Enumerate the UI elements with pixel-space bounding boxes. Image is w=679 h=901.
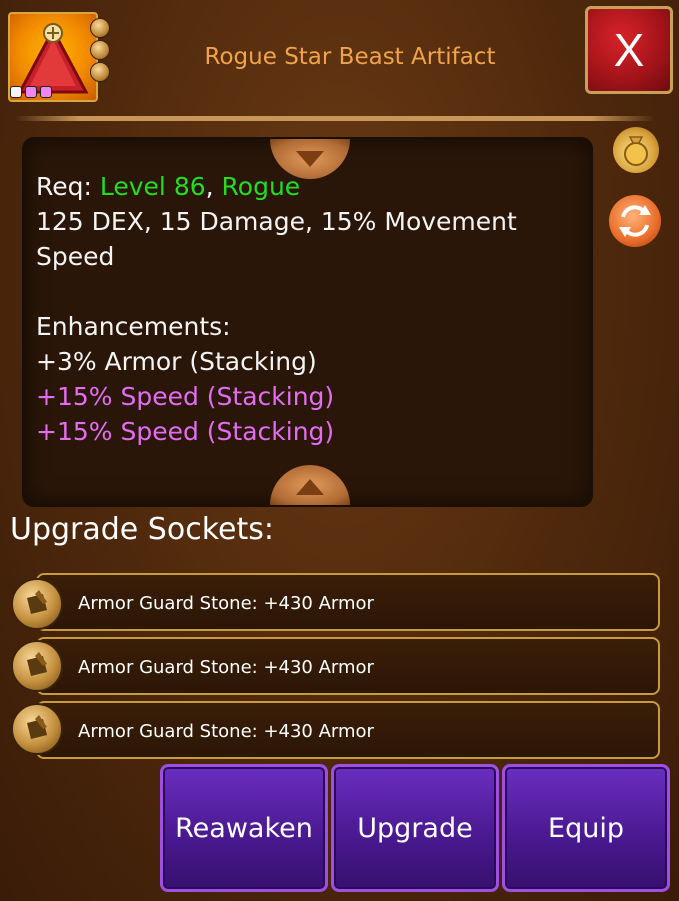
rarity-dot	[25, 86, 37, 98]
stats-line: 125 DEX, 15 Damage, 15% Movement Speed	[36, 207, 517, 271]
description-text: Req: Level 86, Rogue 125 DEX, 15 Damage,…	[36, 169, 581, 449]
enhancements-heading: Enhancements:	[36, 312, 231, 341]
refresh-icon[interactable]	[609, 195, 661, 247]
armor-guard-stone-icon	[11, 578, 63, 630]
req-class: Rogue	[221, 172, 301, 201]
rarity-dot	[40, 86, 52, 98]
stone-glyph-icon	[27, 590, 47, 614]
enhancement-line: +3% Armor (Stacking)	[36, 347, 317, 376]
req-label: Req:	[36, 172, 92, 201]
mini-socket-icon	[90, 18, 110, 38]
item-title: Rogue Star Beast Artifact	[204, 44, 496, 70]
socket-row[interactable]: Armor Guard Stone: +430 Armor	[36, 701, 660, 759]
armor-guard-stone-icon	[11, 703, 63, 755]
socket-label: Armor Guard Stone: +430 Armor	[78, 721, 374, 742]
coin-icon	[624, 136, 648, 166]
socket-row[interactable]: Armor Guard Stone: +430 Armor	[36, 573, 660, 631]
gold-bag-icon[interactable]	[613, 127, 659, 173]
req-sep: ,	[205, 172, 214, 201]
header-divider	[15, 116, 655, 121]
mini-sockets	[90, 18, 110, 82]
requirement-line: Req: Level 86, Rogue	[36, 169, 581, 204]
upgrade-sockets-heading: Upgrade Sockets:	[10, 512, 274, 547]
rarity-dots	[10, 86, 52, 98]
chevron-up-icon	[296, 479, 324, 495]
stone-glyph-icon	[27, 652, 47, 676]
armor-guard-stone-icon	[11, 640, 63, 692]
description-panel[interactable]: Req: Level 86, Rogue 125 DEX, 15 Damage,…	[22, 137, 593, 507]
stone-glyph-icon	[27, 715, 47, 739]
rarity-dot	[10, 86, 22, 98]
swap-arrows-icon	[619, 205, 651, 237]
mini-socket-icon	[90, 40, 110, 60]
reawaken-button[interactable]: Reawaken	[160, 764, 328, 892]
req-level: Level 86	[99, 172, 206, 201]
socket-label: Armor Guard Stone: +430 Armor	[78, 657, 374, 678]
close-button[interactable]: X	[585, 6, 673, 94]
scroll-up-arrow[interactable]	[270, 465, 350, 505]
socket-row[interactable]: Armor Guard Stone: +430 Armor	[36, 637, 660, 695]
mini-socket-icon	[90, 62, 110, 82]
upgrade-button[interactable]: Upgrade	[331, 764, 499, 892]
equip-button[interactable]: Equip	[502, 764, 670, 892]
enhancement-line: +15% Speed (Stacking)	[36, 382, 335, 411]
enhancement-line: +15% Speed (Stacking)	[36, 417, 335, 446]
socket-label: Armor Guard Stone: +430 Armor	[78, 593, 374, 614]
